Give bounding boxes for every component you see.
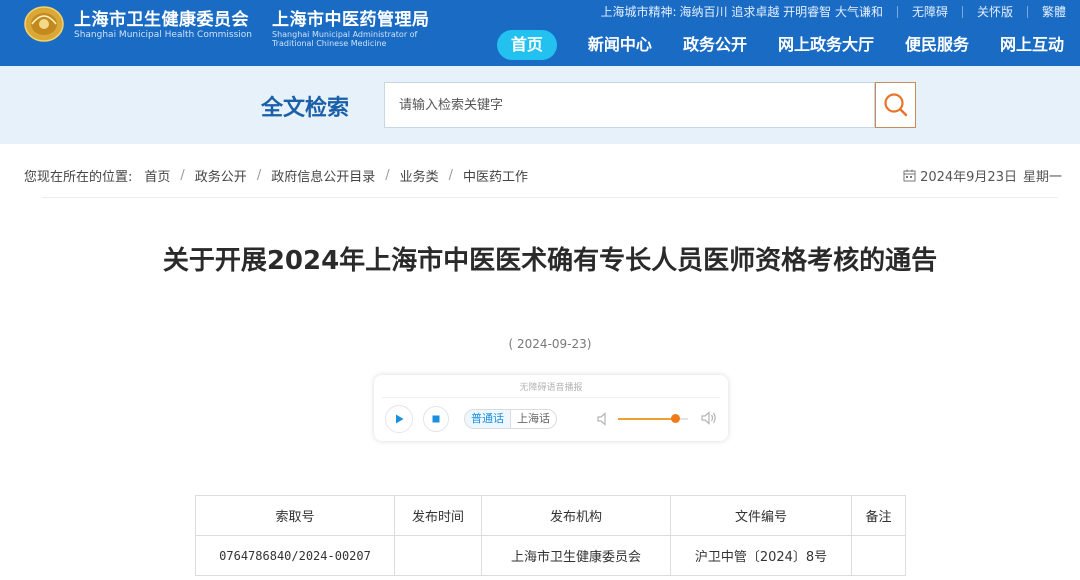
table-header-publisher: 发布机构 xyxy=(481,495,671,536)
top-utility-bar: 上海城市精神: 海纳百川 追求卓越 开明睿智 大气谦和 无障碍 关怀版 繁體 xyxy=(600,3,1066,20)
breadcrumb: 您现在所在的位置: 首页 / 政务公开 / 政府信息公开目录 / 业务类 / 中… xyxy=(24,166,528,185)
city-spirit-text: 海纳百川 追求卓越 开明睿智 大气谦和 xyxy=(679,5,883,19)
accessibility-link[interactable]: 无障碍 xyxy=(912,3,948,20)
table-cell-remarks xyxy=(851,535,906,576)
stop-button[interactable] xyxy=(423,406,449,432)
full-text-search-title: 全文检索 xyxy=(261,96,350,121)
search-button[interactable] xyxy=(875,82,916,128)
main-nav: 首页 新闻中心 政务公开 网上政务大厅 便民服务 网上互动 xyxy=(496,30,1064,60)
dialect-shanghainese[interactable]: 上海话 xyxy=(511,410,556,428)
table-header-index-no: 索取号 xyxy=(195,495,395,536)
volume-slider[interactable] xyxy=(618,414,688,423)
nav-online-interaction[interactable]: 网上互动 xyxy=(1000,30,1064,60)
breadcrumb-label: 您现在所在的位置: xyxy=(24,170,133,185)
weekday-text: 星期一 xyxy=(1022,170,1062,185)
article-date: ( 2024-09-23) xyxy=(508,337,592,351)
breadcrumb-separator: / xyxy=(180,168,185,183)
calendar-icon xyxy=(903,169,916,182)
breadcrumb-separator: / xyxy=(385,168,390,183)
breadcrumb-info-catalog[interactable]: 政府信息公开目录 xyxy=(271,166,375,185)
volume-high-icon[interactable] xyxy=(700,410,718,426)
search-icon xyxy=(883,93,907,117)
breadcrumb-tcm-work[interactable]: 中医药工作 xyxy=(463,166,528,185)
table-cell-document-no: 沪卫中管〔2024〕8号 xyxy=(670,535,852,576)
volume-low-icon[interactable] xyxy=(596,411,610,427)
search-input[interactable] xyxy=(384,82,875,128)
breadcrumb-home[interactable]: 首页 xyxy=(144,166,170,185)
org-name-health-commission[interactable]: 上海市卫生健康委员会 xyxy=(74,5,249,30)
site-header: 上海市卫生健康委员会 Shanghai Municipal Health Com… xyxy=(0,0,1080,66)
care-mode-link[interactable]: 关怀版 xyxy=(977,3,1013,20)
nav-government-affairs[interactable]: 政务公开 xyxy=(683,30,747,60)
table-header-remarks: 备注 xyxy=(851,495,906,536)
table-cell-publisher: 上海市卫生健康委员会 xyxy=(481,535,671,576)
volume-slider-fill xyxy=(618,418,676,420)
org-name-tcm-administration[interactable]: 上海市中医药管理局 xyxy=(272,5,430,30)
breadcrumb-government-affairs[interactable]: 政务公开 xyxy=(195,166,247,185)
audio-player-caption: 无障碍语音播报 xyxy=(519,383,583,393)
topbar-divider xyxy=(961,5,963,18)
nav-home[interactable]: 首页 xyxy=(496,30,557,60)
table-header-row: 索取号 发布时间 发布机构 文件编号 备注 xyxy=(195,495,906,536)
table-cell-index-no: 0764786840/2024-00207 xyxy=(195,535,395,576)
document-info-table: 索取号 发布时间 发布机构 文件编号 备注 0764786840/2024-00… xyxy=(195,495,906,576)
play-button[interactable] xyxy=(385,405,413,433)
audio-player-divider xyxy=(382,397,720,398)
emblem-logo-icon[interactable] xyxy=(24,4,64,42)
volume-slider-handle[interactable] xyxy=(671,414,681,423)
dialect-selector: 普通话 上海话 xyxy=(464,409,557,429)
table-header-publish-time: 发布时间 xyxy=(394,495,482,536)
date-text: 2024年9月23日 xyxy=(920,170,1017,185)
traditional-chinese-link[interactable]: 繁體 xyxy=(1042,3,1066,20)
topbar-divider xyxy=(896,5,898,18)
article-title: 关于开展2024年上海市中医医术确有专长人员医师资格考核的通告 xyxy=(162,246,938,276)
content-divider xyxy=(42,197,1058,198)
breadcrumb-separator: / xyxy=(256,168,262,183)
topbar-divider xyxy=(1026,5,1028,18)
nav-news-center[interactable]: 新闻中心 xyxy=(588,30,652,60)
stop-icon xyxy=(432,415,440,423)
city-spirit-label: 上海城市精神: xyxy=(600,5,677,19)
current-date: 2024年9月23日 星期一 xyxy=(903,166,1062,185)
org-name-tcm-administration-en: Shanghai Municipal Administrator of Trad… xyxy=(272,30,418,48)
search-band: 全文检索 xyxy=(0,66,1080,144)
table-row: 0764786840/2024-00207 上海市卫生健康委员会 沪卫中管〔20… xyxy=(195,535,906,576)
accessibility-audio-player: 无障碍语音播报 普通话 上海话 xyxy=(374,375,728,441)
nav-online-service-hall[interactable]: 网上政务大厅 xyxy=(778,30,874,60)
table-cell-publish-time xyxy=(394,535,482,576)
dialect-mandarin[interactable]: 普通话 xyxy=(465,410,511,428)
breadcrumb-separator: / xyxy=(448,168,454,183)
breadcrumb-business[interactable]: 业务类 xyxy=(400,166,439,185)
nav-public-services[interactable]: 便民服务 xyxy=(905,30,969,60)
org-name-health-commission-en: Shanghai Municipal Health Commission xyxy=(74,30,252,40)
table-header-document-no: 文件编号 xyxy=(670,495,852,536)
play-icon xyxy=(396,414,404,424)
